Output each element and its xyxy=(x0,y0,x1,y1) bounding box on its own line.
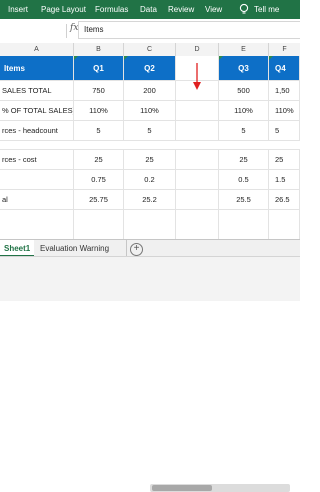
tab-review[interactable]: Review xyxy=(168,0,194,19)
row-label-cell[interactable]: al xyxy=(0,190,74,209)
header-q1-label: Q1 xyxy=(93,63,104,73)
q2-cell[interactable]: 5 xyxy=(124,121,176,140)
error-indicator-icon xyxy=(74,56,78,60)
column-header-a[interactable]: A xyxy=(0,43,74,56)
formula-bar: fx Items xyxy=(0,19,300,44)
row-label-cell[interactable]: rces - headcount xyxy=(0,121,74,140)
column-header-f[interactable]: F xyxy=(269,43,300,56)
q4-cell[interactable]: 110% xyxy=(269,101,300,120)
header-items-label: Items xyxy=(4,63,25,73)
header-cell-items[interactable]: Items xyxy=(0,56,74,80)
error-indicator-icon xyxy=(269,56,273,60)
empty-cell[interactable] xyxy=(0,210,74,239)
q1-cell[interactable]: 750 xyxy=(74,81,124,100)
empty-cell[interactable] xyxy=(176,210,219,239)
ribbon-tab-bar: Insert Page Layout Formulas Data Review … xyxy=(0,0,300,19)
empty-cell[interactable] xyxy=(74,210,124,239)
tab-formulas[interactable]: Formulas xyxy=(95,0,128,19)
sheet-tab-bar: Sheet1 Evaluation Warning + xyxy=(0,239,300,492)
formula-bar-divider xyxy=(66,24,67,38)
q1-cell[interactable]: 25.75 xyxy=(74,190,124,209)
empty-cell[interactable] xyxy=(124,210,176,239)
tab-insert[interactable]: Insert xyxy=(8,0,28,19)
header-cell-q3[interactable]: Q3 xyxy=(219,56,269,80)
row-label-cell[interactable]: SALES TOTAL xyxy=(0,81,74,100)
column-header-b[interactable]: B xyxy=(74,43,124,56)
add-sheet-icon[interactable]: + xyxy=(130,243,143,256)
empty-cell[interactable] xyxy=(176,190,219,209)
formula-value: Items xyxy=(84,25,104,34)
table-row: rces - headcount 5 5 5 5 xyxy=(0,121,300,141)
empty-row xyxy=(0,210,300,239)
column-header-e[interactable]: E xyxy=(219,43,269,56)
q4-cell[interactable]: 1.5 xyxy=(269,170,300,189)
tab-view[interactable]: View xyxy=(205,0,222,19)
error-indicator-icon xyxy=(219,56,223,60)
q4-cell[interactable]: 1,50 xyxy=(269,81,300,100)
column-headers: A B C D E F xyxy=(0,43,300,57)
q1-cell[interactable]: 25 xyxy=(74,150,124,169)
empty-cell[interactable] xyxy=(176,150,219,169)
header-cell-q2[interactable]: Q2 xyxy=(124,56,176,80)
q1-cell[interactable]: 0.75 xyxy=(74,170,124,189)
row-label-cell[interactable] xyxy=(0,170,74,189)
q3-cell[interactable]: 5 xyxy=(219,121,269,140)
tab-page-layout[interactable]: Page Layout xyxy=(41,0,86,19)
header-q2-label: Q2 xyxy=(144,63,155,73)
table-header-row: Items Q1 Q2 Q3 Q4 xyxy=(0,56,300,81)
table-row: 0.75 0.2 0.5 1.5 xyxy=(0,170,300,190)
table-row: rces - cost 25 25 25 25 xyxy=(0,150,300,170)
formula-input[interactable]: Items xyxy=(78,21,300,39)
empty-cell[interactable] xyxy=(219,210,269,239)
q1-cell[interactable]: 110% xyxy=(74,101,124,120)
lightbulb-icon[interactable] xyxy=(238,3,250,15)
scrollbar-thumb[interactable] xyxy=(152,485,212,491)
tab-data[interactable]: Data xyxy=(140,0,157,19)
q4-cell[interactable]: 25 xyxy=(269,150,300,169)
empty-cell[interactable] xyxy=(176,81,219,100)
header-q4-label: Q4 xyxy=(275,63,286,73)
sheet-tab-sheet1[interactable]: Sheet1 xyxy=(0,240,35,257)
q2-cell[interactable]: 0.2 xyxy=(124,170,176,189)
q3-cell[interactable]: 25.5 xyxy=(219,190,269,209)
status-bar xyxy=(0,256,300,301)
empty-cell[interactable] xyxy=(176,170,219,189)
table-row: % OF TOTAL SALES) 110% 110% 110% 110% xyxy=(0,101,300,121)
q2-cell[interactable]: 25.2 xyxy=(124,190,176,209)
q2-cell[interactable]: 110% xyxy=(124,101,176,120)
q4-cell[interactable]: 5 xyxy=(269,121,300,140)
tell-me-search[interactable]: Tell me xyxy=(254,0,279,19)
spacer-row xyxy=(0,141,300,150)
q2-cell[interactable]: 200 xyxy=(124,81,176,100)
header-cell-q4[interactable]: Q4 xyxy=(269,56,300,80)
q3-cell[interactable]: 110% xyxy=(219,101,269,120)
q3-cell[interactable]: 0.5 xyxy=(219,170,269,189)
horizontal-scrollbar[interactable] xyxy=(150,484,290,492)
header-cell-q1[interactable]: Q1 xyxy=(74,56,124,80)
table-row: al 25.75 25.2 25.5 26.5 xyxy=(0,190,300,210)
q1-cell[interactable]: 5 xyxy=(74,121,124,140)
error-indicator-icon xyxy=(124,56,128,60)
empty-cell[interactable] xyxy=(176,101,219,120)
row-label-cell[interactable]: rces - cost xyxy=(0,150,74,169)
spreadsheet-grid: Items Q1 Q2 Q3 Q4 SALES TOTAL 750 200 50… xyxy=(0,56,300,239)
row-label-cell[interactable]: % OF TOTAL SALES) xyxy=(0,101,74,120)
header-q3-label: Q3 xyxy=(238,63,249,73)
empty-cell[interactable] xyxy=(176,121,219,140)
q4-cell[interactable]: 26.5 xyxy=(269,190,300,209)
sheet-tab-evaluation-warning[interactable]: Evaluation Warning xyxy=(36,240,127,257)
empty-cell[interactable] xyxy=(269,210,300,239)
q3-cell[interactable]: 25 xyxy=(219,150,269,169)
table-row: SALES TOTAL 750 200 500 1,50 xyxy=(0,81,300,101)
q2-cell[interactable]: 25 xyxy=(124,150,176,169)
q3-cell[interactable]: 500 xyxy=(219,81,269,100)
column-header-c[interactable]: C xyxy=(124,43,176,56)
column-header-d[interactable]: D xyxy=(176,43,219,56)
